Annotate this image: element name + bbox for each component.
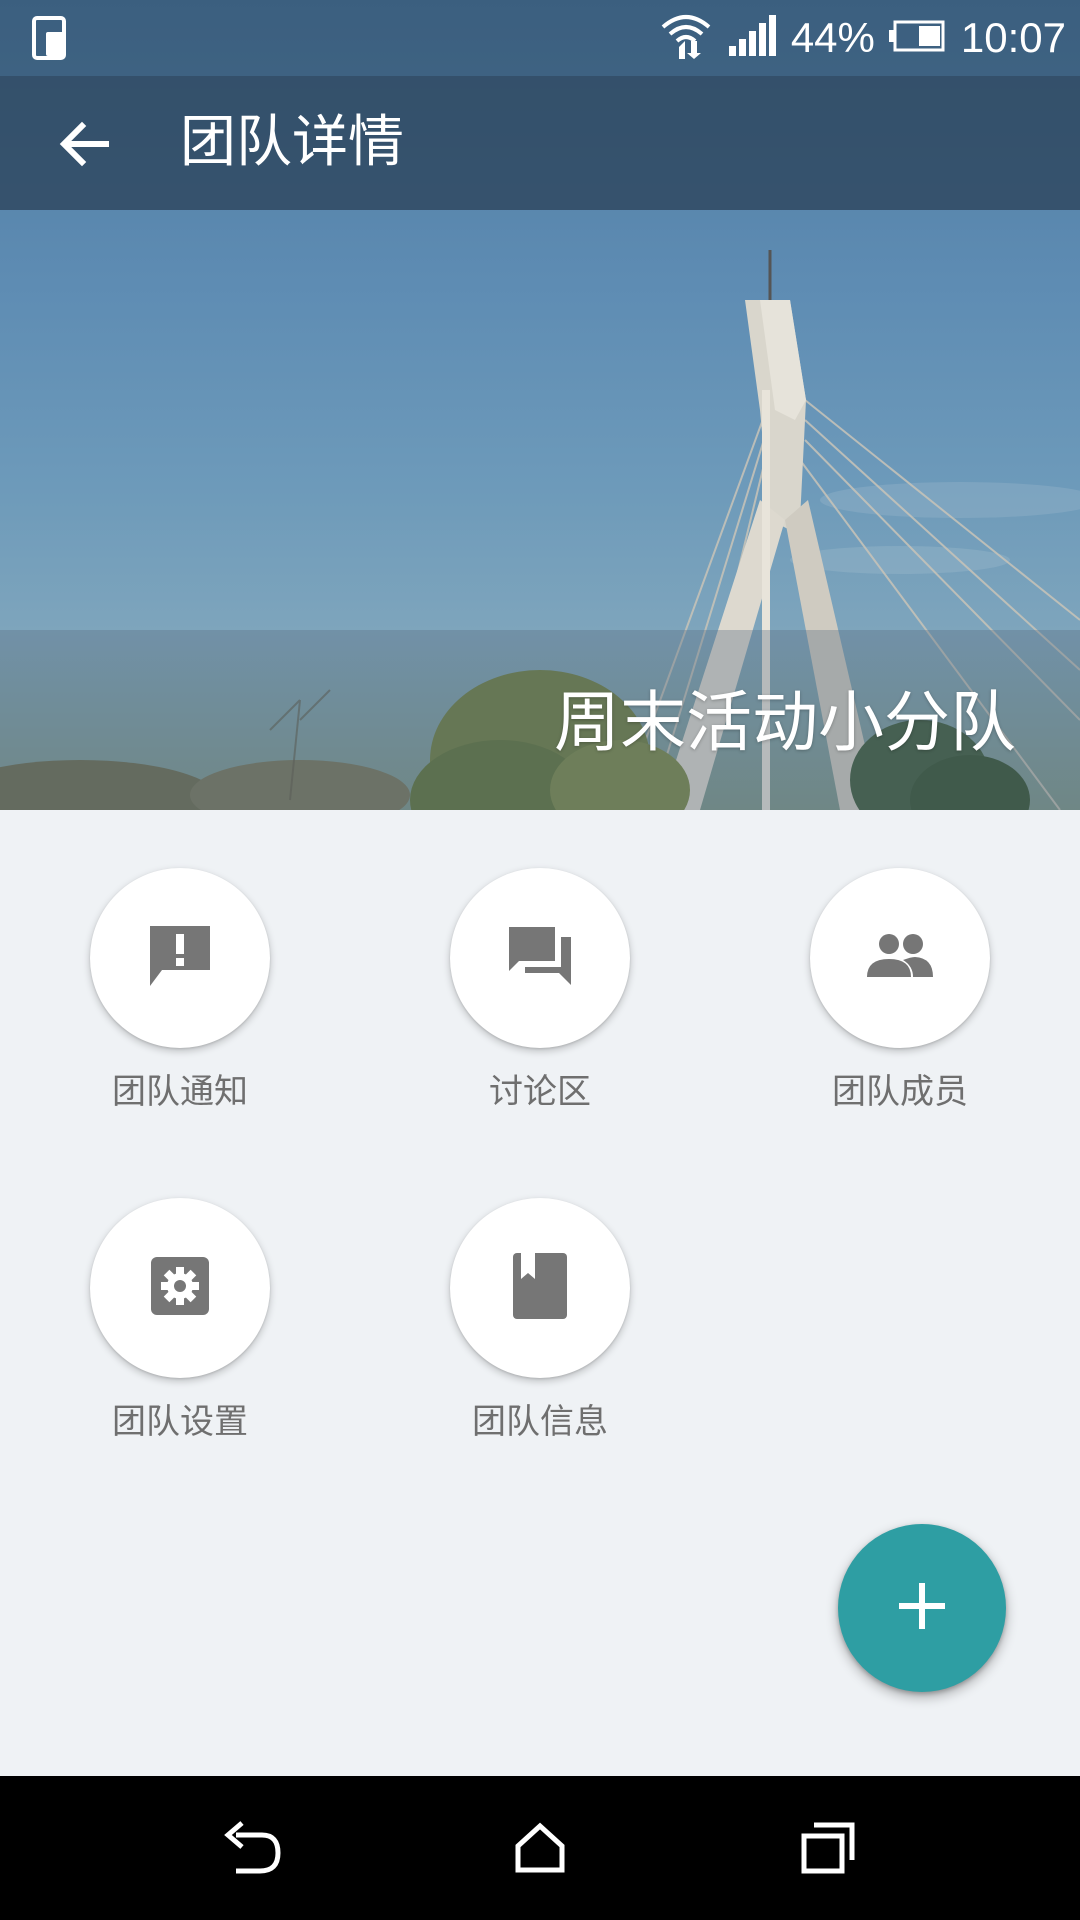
clock: 10:07 [960, 14, 1066, 61]
wifi-icon [659, 11, 713, 65]
team-members-label: 团队成员 [832, 1072, 968, 1112]
team-notice-circle[interactable] [90, 868, 270, 1048]
discussion-circle[interactable] [450, 868, 630, 1048]
battery-percent: 44% [790, 14, 875, 61]
book-icon [513, 1253, 567, 1323]
settings-icon [151, 1257, 209, 1319]
team-detail-screen: 周末活动小分队 44% 10:07 团队详情 团队通知 讨论区 团队成员 团队设… [0, 0, 1080, 1920]
team-members-button[interactable]: 团队成员 [750, 868, 1050, 1128]
home-icon[interactable] [504, 1812, 576, 1884]
discussion-label: 讨论区 [489, 1072, 591, 1112]
discussion-button[interactable]: 讨论区 [390, 868, 690, 1128]
page-title: 团队详情 [180, 110, 404, 175]
team-notice-label: 团队通知 [112, 1072, 248, 1112]
team-members-circle[interactable] [810, 868, 990, 1048]
status-bar: 44% 10:07 [0, 0, 1080, 76]
recents-icon[interactable] [792, 1812, 864, 1884]
arrow-left-icon[interactable] [56, 116, 112, 176]
forum-icon [507, 925, 573, 991]
team-settings-circle[interactable] [90, 1198, 270, 1378]
team-info-label: 团队信息 [472, 1402, 608, 1442]
back-icon[interactable] [216, 1812, 288, 1884]
team-settings-label: 团队设置 [112, 1402, 248, 1442]
phone-tablet-icon [30, 16, 74, 64]
system-nav-bar [0, 1776, 1080, 1920]
team-info-circle[interactable] [450, 1198, 630, 1378]
add-fab-button[interactable] [838, 1524, 1006, 1692]
team-info-button[interactable]: 团队信息 [390, 1198, 690, 1458]
people-icon [867, 933, 933, 983]
app-bar: 团队详情 [0, 76, 1080, 210]
team-name: 周末活动小分队 [554, 684, 1016, 761]
signal-icon [727, 14, 777, 62]
team-settings-button[interactable]: 团队设置 [30, 1198, 330, 1458]
team-notice-button[interactable]: 团队通知 [30, 868, 330, 1128]
plus-icon [899, 1583, 945, 1633]
battery-icon [888, 19, 947, 57]
announcement-icon [146, 924, 214, 992]
